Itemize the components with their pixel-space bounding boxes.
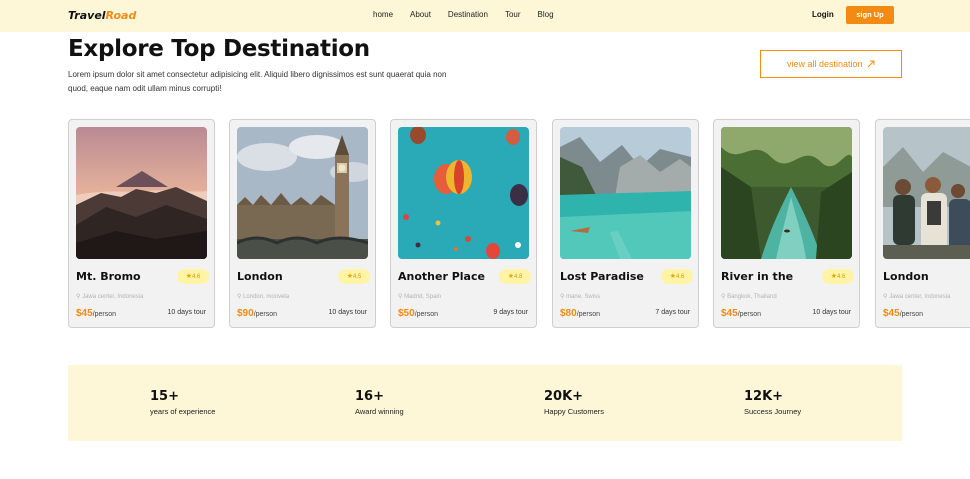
stats-section: 15+ years of experience 16+ Award winnin… [68,365,902,441]
destination-card[interactable]: Mt. Bromo ★4.6 ⚲ Jawa center, Indonesia … [68,119,215,328]
rating-badge: ★4.8 [499,269,531,284]
price-unit: /person [737,311,762,318]
destination-photo [883,127,970,259]
stat-experience: 15+ years of experience [150,389,215,416]
destination-price: $45/person [883,308,923,319]
arrow-up-right-icon [867,60,875,68]
nav-link-blog[interactable]: Blog [538,10,554,19]
destination-name: Lost Paradise [560,270,644,283]
destination-photo [398,127,529,259]
brand-logo[interactable]: TravelRoad [68,9,136,22]
location-text: Jawa center, Indonesia [82,294,144,300]
stat-value: 15+ [150,389,179,404]
nav-links: home About Destination Tour Blog [373,10,554,19]
rating-badge: ★4.5 [338,269,370,284]
tour-duration: 10 days tour [812,309,851,316]
destination-location: ⚲ mane, Swiss [560,293,600,300]
destination-card[interactable]: London ⚲ Jawa center, Indonesia $45/pers… [875,119,970,328]
location-text: Madrid, Spain [404,294,442,300]
rating-value: 4.5 [352,274,362,280]
destination-name: London [883,270,929,283]
destination-location: ⚲ London, moovela [237,293,289,300]
price-unit: /person [899,311,924,318]
destination-price: $50/person [398,308,438,319]
stat-value: 12K+ [744,389,784,404]
rating-value: 4.6 [836,274,846,280]
location-text: London, moovela [243,294,290,300]
price-value: $45 [76,308,93,319]
rating-badge: ★4.6 [661,269,693,284]
navbar: TravelRoad home About Destination Tour B… [0,0,970,32]
rating-value: 4.6 [191,274,201,280]
stat-label: Success Journey [744,407,802,416]
destination-price: $45/person [76,308,116,319]
signup-button[interactable]: sign Up [846,6,894,24]
tour-duration: 10 days tour [328,309,367,316]
hero-description: Lorem ipsum dolor sit amet consectetur a… [68,70,447,93]
location-text: Jawa center, Indonesia [889,294,951,300]
destination-card[interactable]: River in the ★4.6 ⚲ Bangkok, Thailand $4… [713,119,860,328]
destination-name: London [237,270,283,283]
stat-value: 20K+ [544,389,584,404]
price-unit: /person [414,311,439,318]
stat-label: years of experience [150,407,216,416]
stat-awards: 16+ Award winning [355,389,404,416]
login-link[interactable]: Login [812,10,834,19]
tour-duration: 7 days tour [655,309,690,316]
price-unit: /person [92,311,117,318]
destination-price: $45/person [721,308,761,319]
destination-price: $80/person [560,308,600,319]
brand-part1: Travel [68,9,106,22]
destination-name: Another Place [398,270,485,283]
stat-customers: 20K+ Happy Customers [544,389,604,416]
destination-price: $90/person [237,308,277,319]
tour-duration: 10 days tour [167,309,206,316]
destination-location: ⚲ Jawa center, Indonesia [76,293,143,300]
rating-badge: ★4.6 [822,269,854,284]
location-text: mane, Swiss [566,294,601,300]
nav-link-home[interactable]: home [373,10,393,19]
destination-photo [560,127,691,259]
destination-card[interactable]: Another Place ★4.8 ⚲ Madrid, Spain $50/p… [390,119,537,328]
destination-location: ⚲ Jawa center, Indonesia [883,293,950,300]
destination-location: ⚲ Madrid, Spain [398,293,441,300]
price-value: $50 [398,308,415,319]
rating-badge: ★4.6 [177,269,209,284]
destination-name: River in the [721,270,794,283]
view-all-label: view all destination [786,59,863,69]
destination-card[interactable]: Lost Paradise ★4.6 ⚲ mane, Swiss $80/per… [552,119,699,328]
view-all-destination-button[interactable]: view all destination [760,50,902,78]
rating-value: 4.6 [675,274,685,280]
price-value: $45 [721,308,738,319]
stat-label: Award winning [355,407,404,416]
nav-link-tour[interactable]: Tour [505,10,521,19]
brand-part2: Road [105,9,137,22]
price-unit: /person [576,311,601,318]
price-value: $45 [883,308,900,319]
destination-name: Mt. Bromo [76,270,141,283]
price-value: $90 [237,308,254,319]
destination-card[interactable]: London ★4.5 ⚲ London, moovela $90/person… [229,119,376,328]
stat-value: 16+ [355,389,384,404]
page-title: Explore Top Destination [68,36,370,62]
price-unit: /person [253,311,278,318]
nav-link-about[interactable]: About [410,10,431,19]
location-text: Bangkok, Thailand [727,294,777,300]
destination-location: ⚲ Bangkok, Thailand [721,293,777,300]
price-value: $80 [560,308,577,319]
destination-photo [721,127,852,259]
rating-value: 4.8 [513,274,523,280]
nav-link-destination[interactable]: Destination [448,10,488,19]
tour-duration: 9 days tour [493,309,528,316]
destination-photo [76,127,207,259]
stat-journeys: 12K+ Success Journey [744,389,801,416]
stat-label: Happy Customers [544,407,605,416]
destination-photo [237,127,368,259]
